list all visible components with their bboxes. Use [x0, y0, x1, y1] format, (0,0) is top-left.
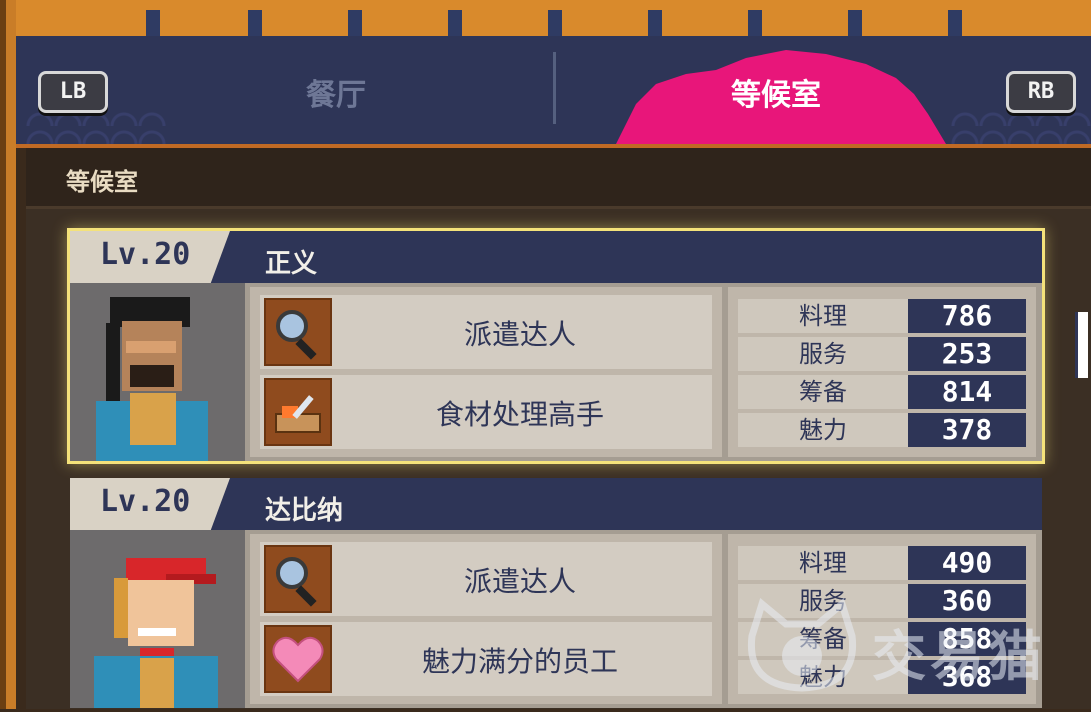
- frame-notch: [146, 10, 160, 36]
- stat-value: 378: [908, 413, 1026, 447]
- rb-button[interactable]: RB: [1006, 71, 1076, 113]
- frame-notch: [348, 10, 362, 36]
- stat-row: 魅力 378: [738, 413, 1026, 447]
- stat-value: 490: [908, 546, 1026, 580]
- stat-row: 筹备 814: [738, 375, 1026, 409]
- cat-logo-icon: [747, 597, 857, 692]
- skill-row[interactable]: 派遣达人: [260, 542, 712, 616]
- skill-row[interactable]: 派遣达人: [260, 295, 712, 369]
- tab-restaurant[interactable]: 餐厅: [236, 76, 436, 116]
- stat-value: 253: [908, 337, 1026, 371]
- staff-card[interactable]: Lv.20 正义 派遣达人 食材处理高手 料理 786 服务 253 筹备 81…: [67, 228, 1045, 464]
- stat-value: 786: [908, 299, 1026, 333]
- lb-button[interactable]: LB: [38, 71, 108, 113]
- frame-notch: [448, 10, 462, 36]
- tab-waiting-room[interactable]: 等候室: [676, 76, 876, 116]
- staff-level: Lv.20: [100, 237, 191, 272]
- skill-row[interactable]: 魅力满分的员工: [260, 622, 712, 696]
- skill-panel: 派遣达人 魅力满分的员工: [250, 534, 722, 704]
- cutting-board-icon: [264, 378, 332, 446]
- frame-notch: [648, 10, 662, 36]
- wood-frame-left: [0, 0, 16, 709]
- skill-label: 派遣达人: [463, 318, 576, 351]
- frame-notch: [248, 10, 262, 36]
- wave-pattern: [26, 108, 166, 144]
- stat-label: 服务: [738, 337, 908, 371]
- tab-header: LB 餐厅 等候室 RB: [16, 36, 1091, 148]
- stat-row: 料理 490: [738, 546, 1026, 580]
- stat-value: 814: [908, 375, 1026, 409]
- skill-panel: 派遣达人 食材处理高手: [250, 287, 722, 457]
- heart-icon: [264, 625, 332, 693]
- staff-portrait: [70, 283, 245, 461]
- frame-notch: [848, 10, 862, 36]
- stat-row: 料理 786: [738, 299, 1026, 333]
- section-title: 等候室: [66, 168, 138, 196]
- frame-notch: [548, 10, 562, 36]
- magnifier-icon: [264, 298, 332, 366]
- skill-label: 派遣达人: [463, 565, 576, 598]
- stat-row: 服务 253: [738, 337, 1026, 371]
- watermark: 交易猫: [742, 596, 1072, 696]
- tab-divider: [553, 52, 556, 124]
- stat-label: 料理: [738, 299, 908, 333]
- skill-label: 魅力满分的员工: [421, 645, 618, 678]
- magnifier-icon: [264, 545, 332, 613]
- staff-portrait: [70, 530, 245, 708]
- frame-notch: [748, 10, 762, 36]
- staff-name: 正义: [265, 249, 318, 279]
- frame-notch: [948, 10, 962, 36]
- stat-label: 料理: [738, 546, 908, 580]
- skill-label: 食材处理高手: [435, 398, 604, 431]
- wood-frame-top: [0, 0, 1091, 40]
- skill-row[interactable]: 食材处理高手: [260, 375, 712, 449]
- stat-label: 魅力: [738, 413, 908, 447]
- staff-name: 达比纳: [265, 496, 344, 526]
- stats-panel: 料理 786 服务 253 筹备 814 魅力 378: [728, 287, 1036, 457]
- stat-label: 筹备: [738, 375, 908, 409]
- scrollbar-thumb[interactable]: [1075, 312, 1088, 378]
- section-header: 等候室: [26, 148, 1091, 209]
- wave-pattern: [951, 108, 1091, 144]
- watermark-text: 交易猫: [872, 625, 1046, 688]
- staff-level: Lv.20: [100, 484, 191, 519]
